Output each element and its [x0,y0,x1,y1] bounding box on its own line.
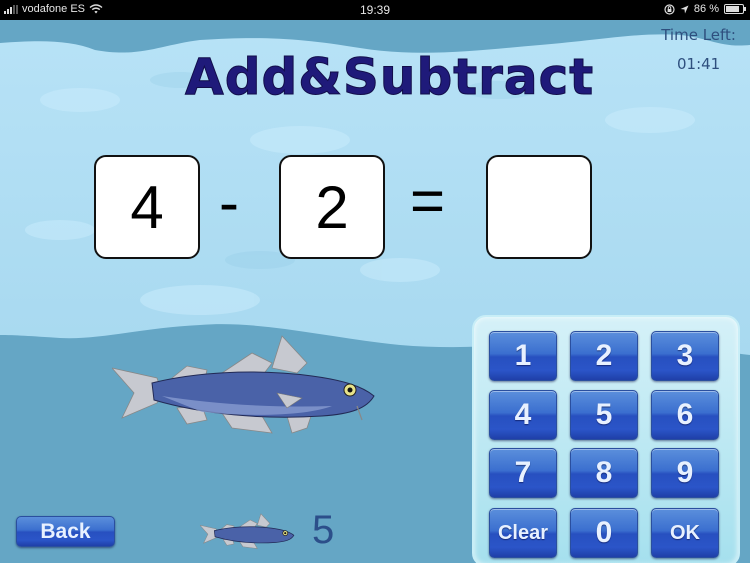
timer-label: Time Left: [661,26,736,44]
rotation-lock-icon [664,3,675,15]
location-icon [680,5,689,13]
key-9[interactable]: 9 [651,448,719,498]
key-5[interactable]: 5 [570,390,638,440]
status-bar: vodafone ES 19:39 86 % [0,0,750,20]
answer-box[interactable] [486,155,592,259]
back-button[interactable]: Back [16,516,115,547]
number-keypad: 1 2 3 4 5 6 7 8 9 Clear 0 OK [472,315,740,563]
key-3[interactable]: 3 [651,331,719,381]
operand-1-box: 4 [94,155,200,259]
key-7[interactable]: 7 [489,448,557,498]
fish-icon [112,335,375,434]
score-count: 5 [312,508,335,552]
game-screen: Add&Subtract Time Left: 01:41 4 - 2 = 12… [0,20,750,563]
key-1[interactable]: 1 [489,331,557,381]
minus-operator: - [219,169,239,236]
app-title: Add&Subtract [184,48,595,107]
battery-icon [724,4,746,14]
timer: Time Left: 01:41 [661,26,736,73]
key-clear[interactable]: Clear [489,508,557,558]
battery-percent: 86 % [693,3,719,15]
key-ok[interactable]: OK [651,508,719,558]
timer-value: 01:41 [677,55,721,73]
key-2[interactable]: 2 [570,331,638,381]
clock: 19:39 [359,3,391,17]
key-8[interactable]: 8 [570,448,638,498]
key-6[interactable]: 6 [651,390,719,440]
operand-2-box: 2 [279,155,385,259]
key-4[interactable]: 4 [489,390,557,440]
score-fish-icon [200,513,295,549]
key-0[interactable]: 0 [570,508,638,558]
equals-sign: = [410,167,446,234]
